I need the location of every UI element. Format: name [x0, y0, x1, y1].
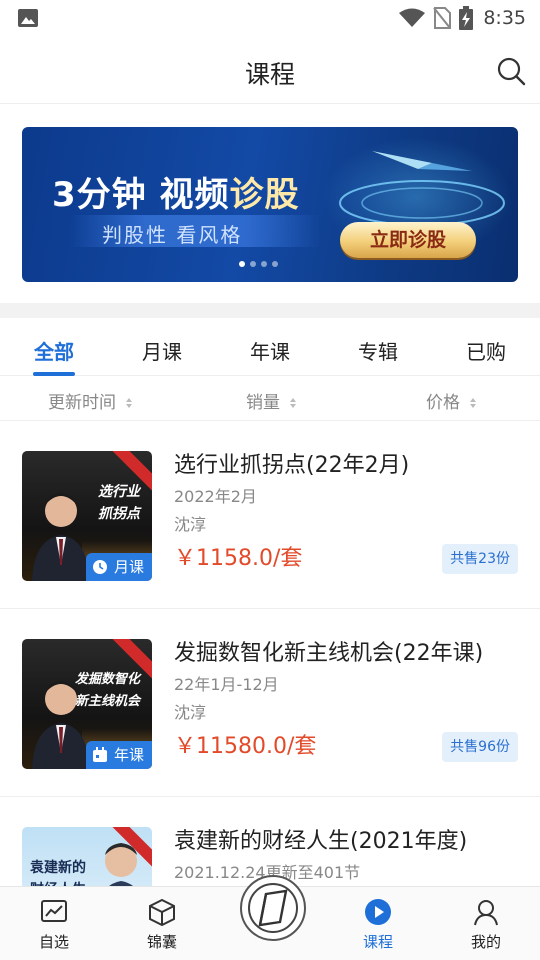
chart-icon: [41, 900, 67, 922]
status-time: 8:35: [483, 7, 526, 29]
sales-count-badge: 共售23份: [442, 544, 518, 574]
nav-tips[interactable]: 锦囊: [122, 897, 202, 952]
battery-icon: [459, 6, 474, 30]
sort-price[interactable]: 价格: [426, 388, 477, 413]
sales-count-badge: 共售96份: [442, 732, 518, 762]
course-title: 发掘数智化新主线机会(22年课): [174, 641, 484, 666]
tab-monthly[interactable]: 月课: [122, 336, 202, 365]
course-period: 22年1月-12月: [174, 675, 279, 694]
nav-profile[interactable]: 我的: [446, 897, 526, 952]
tab-all[interactable]: 全部: [14, 336, 94, 365]
banner-dot: [272, 261, 278, 267]
banner-subtitle: 判股性 看风格: [102, 223, 243, 247]
category-tabs: 全部 月课 年课 专辑 已购: [0, 318, 540, 376]
banner-stage-graphic: [339, 151, 505, 226]
bottom-navigation: 自选 锦囊 课程 我的: [0, 875, 540, 960]
sort-arrows-icon: [290, 398, 297, 408]
course-thumbnail: 选行业 抓拐点 月课: [22, 451, 152, 581]
course-type-badge: 月课: [85, 553, 152, 581]
gallery-icon: [18, 9, 38, 27]
course-title: 选行业抓拐点(22年2月): [174, 453, 410, 478]
nav-courses[interactable]: 课程: [338, 897, 418, 952]
banner-dot: [261, 261, 267, 267]
clock-icon: [92, 560, 107, 574]
course-price: ￥1158.0/套: [174, 546, 303, 571]
banner-dot: [239, 261, 245, 267]
banner-headline: 3分钟 视频诊股: [52, 175, 300, 215]
play-icon: [365, 899, 391, 925]
section-divider: [0, 303, 540, 318]
course-author: 沈淳: [174, 515, 207, 534]
tab-purchased[interactable]: 已购: [446, 336, 526, 365]
course-item[interactable]: 选行业 抓拐点 月课 选行业抓拐点(22年2月) 2022年2月 沈淳 ￥1158…: [0, 421, 540, 609]
nav-home-center[interactable]: [240, 875, 306, 941]
promo-banner[interactable]: 3分钟 视频诊股 判股性 看风格 立即诊股: [22, 127, 518, 282]
page-title: 课程: [244, 60, 295, 89]
sort-arrows-icon: [470, 398, 477, 408]
course-title: 袁建新的财经人生(2021年度): [174, 829, 468, 854]
center-logo-icon: [248, 883, 298, 933]
nav-watchlist[interactable]: 自选: [14, 897, 94, 952]
sort-bar: 更新时间 销量 价格: [0, 377, 540, 421]
course-item[interactable]: 发掘数智化 新主线机会 年课 发掘数智化新主线机会(22年课) 22年1月-12月…: [0, 609, 540, 797]
tab-album[interactable]: 专辑: [338, 336, 418, 365]
diagnose-now-button[interactable]: 立即诊股: [340, 222, 476, 258]
course-thumbnail: 发掘数智化 新主线机会 年课: [22, 639, 152, 769]
tab-yearly[interactable]: 年课: [230, 336, 310, 365]
user-icon: [474, 900, 498, 926]
cube-icon: [149, 898, 175, 927]
wifi-icon: [399, 8, 426, 27]
status-bar: 8:35: [0, 0, 540, 38]
calendar-icon: [92, 747, 107, 762]
lecturer-portrait: [32, 493, 90, 581]
sort-arrows-icon: [126, 398, 133, 408]
search-icon[interactable]: [496, 56, 526, 86]
banner-dot: [250, 261, 256, 267]
active-tab-indicator: [33, 372, 75, 376]
sort-update-time[interactable]: 更新时间: [48, 388, 133, 413]
course-period: 2022年2月: [174, 487, 257, 506]
course-price: ￥11580.0/套: [174, 734, 317, 759]
course-type-badge: 年课: [85, 741, 152, 769]
header: 课程: [0, 38, 540, 104]
banner-pagination: [239, 261, 283, 267]
sort-sales[interactable]: 销量: [246, 388, 297, 413]
course-author: 沈淳: [174, 703, 207, 722]
thumbnail-caption: 选行业 抓拐点: [98, 484, 140, 522]
no-sim-icon: [433, 7, 452, 29]
thumbnail-caption: 发掘数智化 新主线机会: [74, 672, 140, 709]
